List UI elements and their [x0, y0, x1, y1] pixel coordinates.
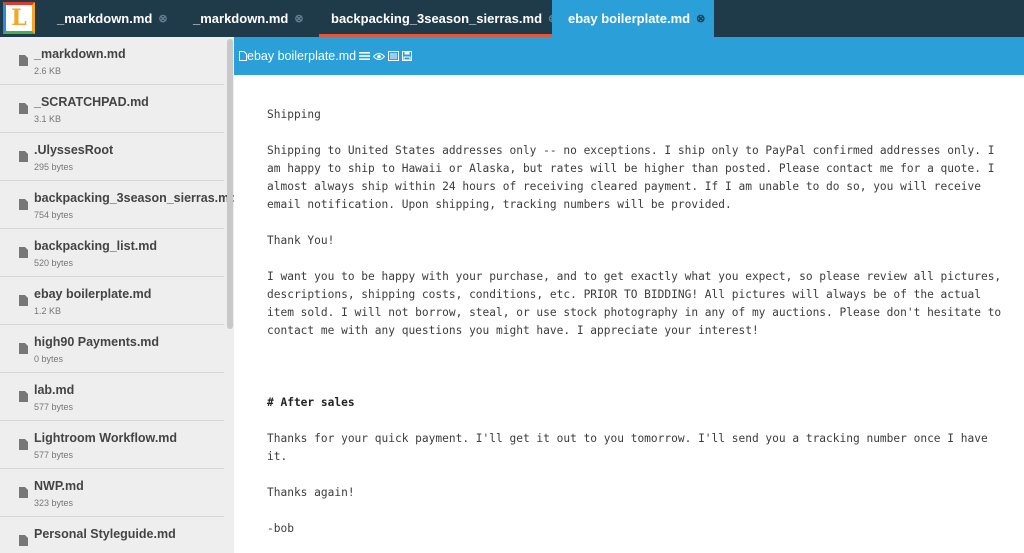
- file-size: 295 bytes: [34, 162, 74, 172]
- file-name: NWP.md: [34, 479, 84, 493]
- file-size: 3.1 KB: [34, 114, 62, 124]
- thank-you-title: Thank You!: [267, 234, 335, 247]
- file-list-item[interactable]: ebay boilerplate.md 1.2 KB: [0, 277, 224, 325]
- shipping-title: Shipping: [267, 108, 321, 121]
- file-list-item[interactable]: _markdown.md 2.6 KB: [0, 37, 224, 85]
- html-view-icon[interactable]: [388, 51, 400, 61]
- file-sidebar: _markdown.md 2.6 KB _SCRATCHPAD.md 3.1 KB .U…: [0, 37, 234, 553]
- file-icon: [19, 151, 28, 162]
- tab-ebay-boilerplate-active[interactable]: ebay boilerplate.md ⊗: [552, 0, 714, 37]
- save-icon[interactable]: [402, 51, 413, 61]
- file-size: 0 bytes: [34, 354, 64, 364]
- tab-close-icon[interactable]: ⊗: [158, 12, 167, 25]
- file-icon: [19, 535, 28, 546]
- tab-close-icon[interactable]: ⊗: [696, 12, 705, 25]
- tab-markdown-1[interactable]: _markdown.md ⊗: [57, 0, 168, 37]
- document-text[interactable]: Shipping Shipping to United States addre…: [267, 106, 1007, 553]
- file-icon: [19, 487, 28, 498]
- sidebar-scrollbar[interactable]: [227, 39, 233, 329]
- file-name: backpacking_3season_sierras.md: [34, 191, 234, 205]
- file-icon: [19, 391, 28, 402]
- file-size: 2.6 KB: [34, 66, 62, 76]
- file-list-item[interactable]: high90 Payments.md 0 bytes: [0, 325, 224, 373]
- file-icon: [19, 199, 28, 210]
- editor-toolbar: ebay boilerplate.md: [234, 37, 1024, 75]
- preview-eye-icon[interactable]: [373, 52, 386, 61]
- logo-letter: L: [11, 5, 27, 31]
- file-list-item[interactable]: .UlyssesRoot 295 bytes: [0, 133, 224, 181]
- file-list-item[interactable]: backpacking_list.md 520 bytes: [0, 229, 224, 277]
- thanks-again-line: Thanks again!: [267, 486, 355, 499]
- signature-line: -bob: [267, 522, 294, 535]
- blank-lines: [267, 358, 1007, 394]
- file-name: backpacking_list.md: [34, 239, 157, 253]
- file-icon: [19, 343, 28, 354]
- tab-label: _markdown.md: [57, 11, 153, 26]
- menu-icon[interactable]: [359, 51, 371, 61]
- app-logo[interactable]: L: [3, 2, 35, 34]
- tab-markdown-2[interactable]: _markdown.md ⊗: [193, 0, 304, 37]
- file-list: _markdown.md 2.6 KB _SCRATCHPAD.md 3.1 KB .U…: [0, 37, 234, 553]
- markdown-editor[interactable]: Shipping Shipping to United States addre…: [234, 75, 1024, 553]
- file-icon: [19, 295, 28, 306]
- file-name: .UlyssesRoot: [34, 143, 114, 157]
- document-icon: [239, 51, 247, 61]
- shipping-paragraph: Shipping to United States addresses only…: [267, 144, 995, 211]
- thank-you-paragraph: I want you to be happy with your purchas…: [267, 270, 1002, 337]
- file-size: 323 bytes: [34, 498, 74, 508]
- file-icon: [19, 103, 28, 114]
- file-name: lab.md: [34, 383, 75, 397]
- file-list-item[interactable]: backpacking_3season_sierras.md 754 bytes: [0, 181, 234, 229]
- editor-file-title: ebay boilerplate.md: [247, 49, 357, 63]
- file-size: 577 bytes: [34, 402, 74, 412]
- file-name: _SCRATCHPAD.md: [34, 95, 149, 109]
- tab-close-icon[interactable]: ⊗: [294, 12, 303, 25]
- file-name: Personal Styleguide.md: [34, 527, 176, 541]
- tab-label: _markdown.md: [193, 11, 289, 26]
- after-sales-heading: # After sales: [267, 396, 355, 409]
- file-size: 520 bytes: [34, 258, 74, 268]
- file-name: high90 Payments.md: [34, 335, 160, 349]
- file-size: 754 bytes: [34, 210, 74, 220]
- tab-backpacking-sierras[interactable]: backpacking_3season_sierras.md ⊗: [318, 0, 572, 37]
- file-list-item[interactable]: NWP.md 323 bytes: [0, 469, 224, 517]
- file-list-item[interactable]: _SCRATCHPAD.md 3.1 KB: [0, 85, 224, 133]
- tab-label: ebay boilerplate.md: [568, 11, 691, 26]
- file-list-item[interactable]: Lightroom Workflow.md 577 bytes: [0, 421, 224, 469]
- file-list-item[interactable]: lab.md 577 bytes: [0, 373, 224, 421]
- file-name: ebay boilerplate.md: [34, 287, 152, 301]
- file-size: 1.2 KB: [34, 306, 62, 316]
- file-icon: [19, 247, 28, 258]
- file-icon: [19, 55, 28, 66]
- file-list-item[interactable]: Personal Styleguide.md: [0, 517, 224, 553]
- file-name: Lightroom Workflow.md: [34, 431, 178, 445]
- file-name: _markdown.md: [34, 47, 126, 61]
- file-size: 577 bytes: [34, 450, 74, 460]
- after-sales-paragraph: Thanks for your quick payment. I'll get …: [267, 432, 988, 463]
- tab-label: backpacking_3season_sierras.md: [331, 11, 543, 26]
- tab-bar: L _markdown.md ⊗ _markdown.md ⊗ backpack…: [0, 0, 1024, 37]
- file-icon: [19, 439, 28, 450]
